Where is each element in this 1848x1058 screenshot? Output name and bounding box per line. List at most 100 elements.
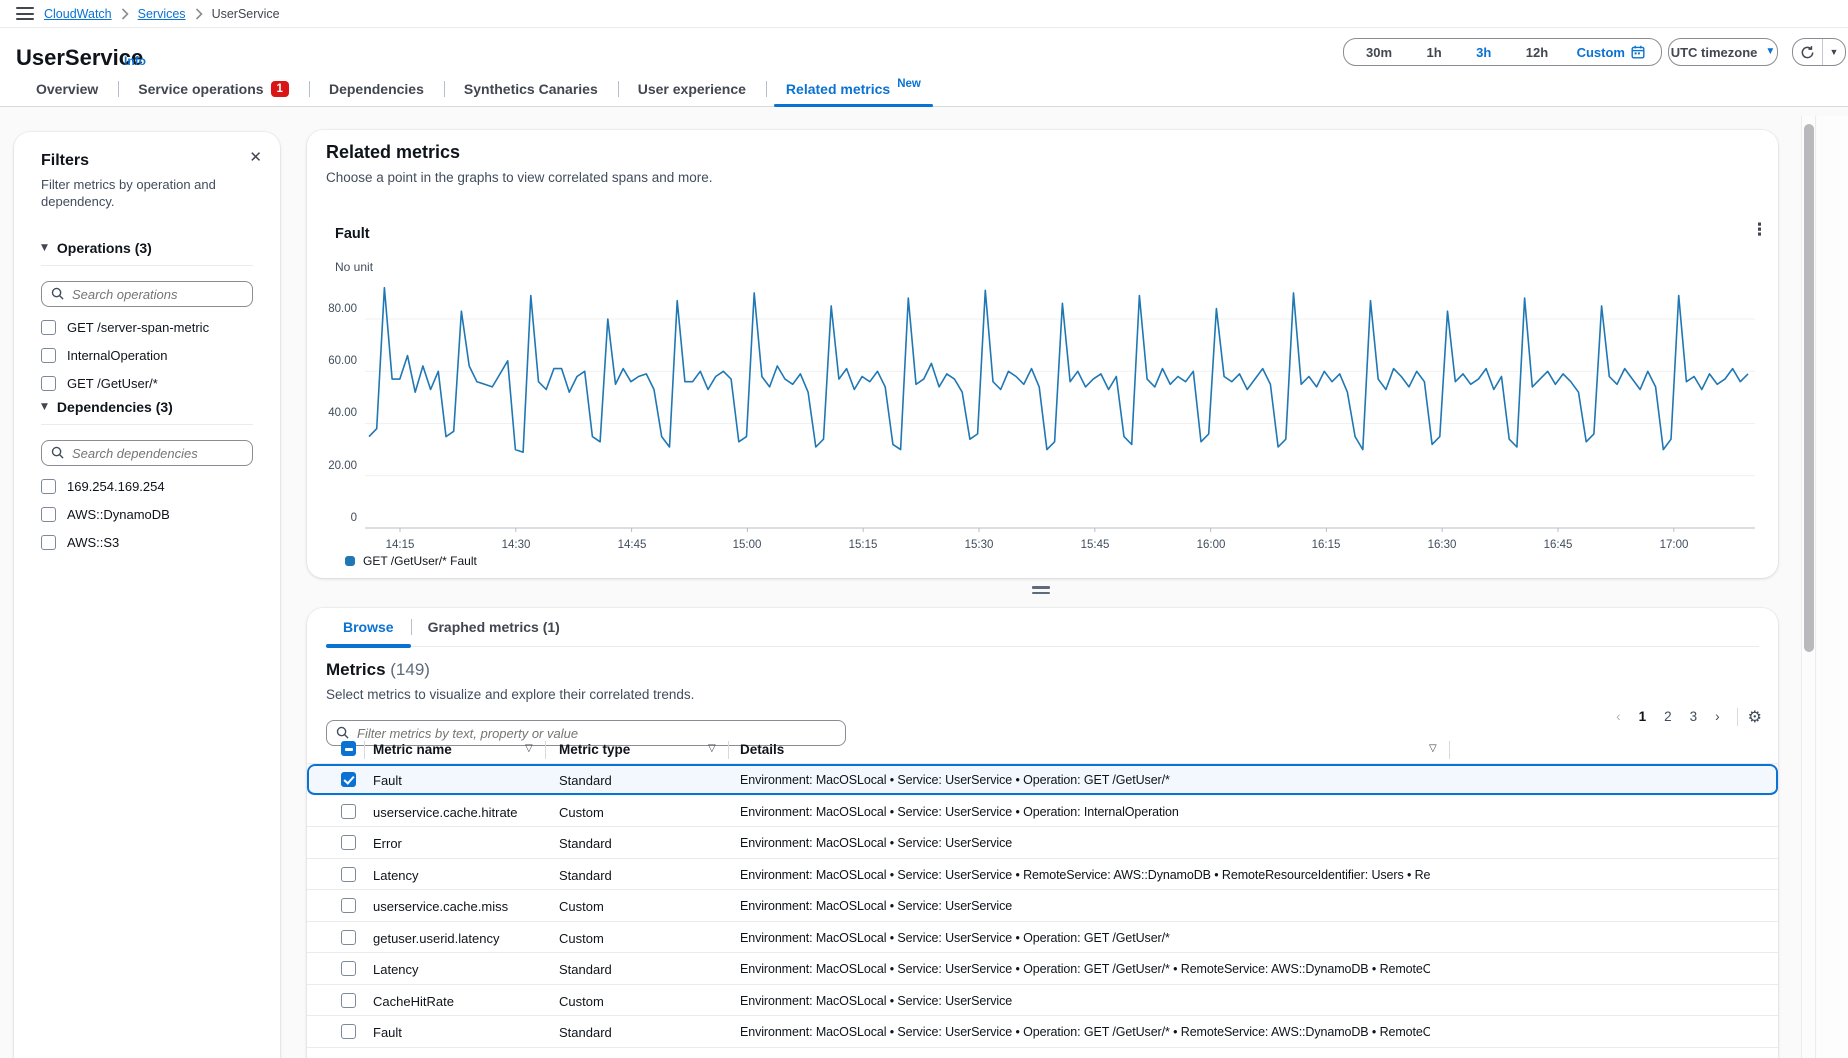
chart-legend[interactable]: GET /GetUser/* Fault bbox=[345, 554, 477, 568]
breadcrumb-services[interactable]: Services bbox=[138, 7, 186, 21]
dependency-filter-item[interactable]: AWS::S3 bbox=[41, 535, 253, 550]
search-operations-input[interactable] bbox=[41, 281, 253, 307]
pagination-prev[interactable]: ‹ bbox=[1609, 707, 1628, 726]
dependencies-section: ▼ Dependencies (3) 169.254.169.254 AWS::… bbox=[41, 399, 253, 550]
chevron-right-icon bbox=[195, 8, 203, 20]
tab-synthetics-canaries[interactable]: Synthetics Canaries bbox=[444, 72, 618, 106]
tab-user-experience[interactable]: User experience bbox=[618, 72, 766, 106]
checkbox[interactable] bbox=[41, 348, 56, 363]
gear-icon[interactable]: ⚙ bbox=[1748, 707, 1762, 726]
details-link[interactable]: Environment: MacOSLocal • Service: UserS… bbox=[740, 962, 1430, 976]
filters-title: Filters bbox=[41, 152, 89, 170]
tab-browse[interactable]: Browse bbox=[326, 608, 411, 646]
details-link[interactable]: Environment: MacOSLocal • Service: UserS… bbox=[740, 868, 1430, 882]
y-axis-tick: 20.00 bbox=[311, 460, 357, 472]
details-link[interactable]: Environment: MacOSLocal • Service: UserS… bbox=[740, 1025, 1430, 1039]
chevron-down-icon: ▼ bbox=[1765, 47, 1775, 57]
table-row[interactable]: Latency Standard Environment: MacOSLocal… bbox=[307, 859, 1778, 891]
details-link[interactable]: Environment: MacOSLocal • Service: UserS… bbox=[740, 836, 1012, 850]
time-range-3h[interactable]: 3h bbox=[1470, 45, 1497, 60]
checkbox[interactable] bbox=[41, 320, 56, 335]
close-icon[interactable]: ✕ bbox=[249, 148, 262, 166]
details-link[interactable]: Environment: MacOSLocal • Service: UserS… bbox=[740, 931, 1170, 945]
details-link[interactable]: Environment: MacOSLocal • Service: UserS… bbox=[740, 773, 1170, 787]
chart-unit-label: No unit bbox=[335, 260, 373, 274]
hamburger-menu-icon[interactable] bbox=[16, 7, 34, 20]
row-checkbox[interactable] bbox=[341, 835, 356, 850]
chart-title: Fault bbox=[335, 226, 370, 242]
cloudwatch-related-metrics-page: CloudWatch Services UserService UserServ… bbox=[0, 0, 1848, 1058]
pagination-page-2[interactable]: 2 bbox=[1657, 707, 1679, 726]
dependency-filter-item[interactable]: 169.254.169.254 bbox=[41, 479, 253, 494]
table-row[interactable]: getuser.userid.latency Custom Environmen… bbox=[307, 922, 1778, 954]
divider bbox=[1449, 741, 1450, 759]
details-link[interactable]: Environment: MacOSLocal • Service: UserS… bbox=[740, 805, 1179, 819]
table-row[interactable]: CacheHitRate Custom Environment: MacOSLo… bbox=[307, 985, 1778, 1017]
filter-icon[interactable]: ▽ bbox=[708, 743, 716, 754]
row-checkbox[interactable] bbox=[341, 898, 356, 913]
search-icon bbox=[51, 287, 64, 300]
refresh-button[interactable] bbox=[1793, 39, 1823, 65]
dependency-filter-item[interactable]: AWS::DynamoDB bbox=[41, 507, 253, 522]
operation-filter-item[interactable]: GET /server-span-metric bbox=[41, 320, 253, 335]
table-row[interactable]: Fault Standard Environment: MacOSLocal •… bbox=[307, 1016, 1778, 1048]
details-link[interactable]: Environment: MacOSLocal • Service: UserS… bbox=[740, 994, 1012, 1008]
y-axis-tick: 0 bbox=[311, 512, 357, 524]
x-axis-tick: 17:00 bbox=[1660, 539, 1689, 551]
breadcrumb: CloudWatch Services UserService bbox=[44, 7, 280, 21]
row-checkbox[interactable] bbox=[341, 961, 356, 976]
x-axis-tick: 15:45 bbox=[1081, 539, 1110, 551]
time-range-control: 30m 1h 3h 12h Custom bbox=[1343, 38, 1662, 66]
operation-filter-item[interactable]: GET /GetUser/* bbox=[41, 376, 253, 391]
checkbox[interactable] bbox=[41, 507, 56, 522]
scrollbar-thumb[interactable] bbox=[1804, 124, 1814, 652]
tab-overview[interactable]: Overview bbox=[16, 72, 118, 106]
timezone-dropdown[interactable]: UTC timezone ▼ bbox=[1668, 38, 1778, 66]
row-checkbox[interactable] bbox=[341, 867, 356, 882]
tab-service-operations[interactable]: Service operations1 bbox=[118, 72, 309, 106]
time-range-12h[interactable]: 12h bbox=[1520, 45, 1554, 60]
filter-icon[interactable]: ▽ bbox=[1429, 743, 1437, 754]
pagination-next[interactable]: › bbox=[1708, 707, 1727, 726]
metrics-table-card: Browse Graphed metrics (1) Metrics (149)… bbox=[307, 608, 1778, 1058]
kebab-menu-icon[interactable]: ⋮ bbox=[1751, 220, 1768, 240]
fault-line-chart[interactable] bbox=[365, 285, 1760, 535]
pagination-page-3[interactable]: 3 bbox=[1683, 707, 1705, 726]
operation-filter-item[interactable]: InternalOperation bbox=[41, 348, 253, 363]
panel-resize-handle[interactable] bbox=[1032, 586, 1050, 597]
filter-icon[interactable]: ▽ bbox=[525, 743, 533, 754]
time-range-custom[interactable]: Custom bbox=[1577, 45, 1645, 60]
checkbox[interactable] bbox=[41, 376, 56, 391]
refresh-options-button[interactable]: ▼ bbox=[1823, 48, 1845, 57]
table-row[interactable]: userservice.cache.hitrate Custom Environ… bbox=[307, 796, 1778, 828]
tab-graphed-metrics[interactable]: Graphed metrics (1) bbox=[411, 608, 577, 646]
tab-dependencies[interactable]: Dependencies bbox=[309, 72, 444, 106]
row-checkbox[interactable] bbox=[341, 930, 356, 945]
select-all-checkbox[interactable] bbox=[341, 741, 356, 756]
search-dependencies-input[interactable] bbox=[41, 440, 253, 466]
table-row[interactable]: Fault Standard Environment: MacOSLocal •… bbox=[307, 764, 1778, 796]
table-row[interactable]: Error Standard Environment: MacOSLocal •… bbox=[307, 827, 1778, 859]
info-link[interactable]: Info bbox=[124, 54, 146, 68]
time-range-30m[interactable]: 30m bbox=[1360, 45, 1398, 60]
x-axis-tick: 14:30 bbox=[502, 539, 531, 551]
row-checkbox[interactable] bbox=[341, 1024, 356, 1039]
vertical-scrollbar bbox=[1801, 116, 1816, 1058]
details-link[interactable]: Environment: MacOSLocal • Service: UserS… bbox=[740, 899, 1012, 913]
table-row[interactable]: userservice.cache.miss Custom Environmen… bbox=[307, 890, 1778, 922]
tab-related-metrics[interactable]: Related metricsNew bbox=[766, 72, 941, 106]
checkbox[interactable] bbox=[41, 535, 56, 550]
operations-section-header[interactable]: ▼ Operations (3) bbox=[41, 240, 253, 266]
row-checkbox[interactable] bbox=[341, 993, 356, 1008]
time-range-1h[interactable]: 1h bbox=[1420, 45, 1447, 60]
row-checkbox[interactable] bbox=[341, 804, 356, 819]
dependencies-section-header[interactable]: ▼ Dependencies (3) bbox=[41, 399, 253, 425]
table-row[interactable]: Latency Standard Environment: MacOSLocal… bbox=[307, 953, 1778, 985]
x-axis-tick: 14:45 bbox=[618, 539, 647, 551]
pagination-page-1[interactable]: 1 bbox=[1632, 707, 1654, 726]
column-header-metric-name: Metric name bbox=[373, 742, 452, 757]
checkbox[interactable] bbox=[41, 479, 56, 494]
row-checkbox[interactable] bbox=[341, 772, 356, 787]
alert-count-badge: 1 bbox=[271, 81, 289, 97]
breadcrumb-cloudwatch[interactable]: CloudWatch bbox=[44, 7, 112, 21]
